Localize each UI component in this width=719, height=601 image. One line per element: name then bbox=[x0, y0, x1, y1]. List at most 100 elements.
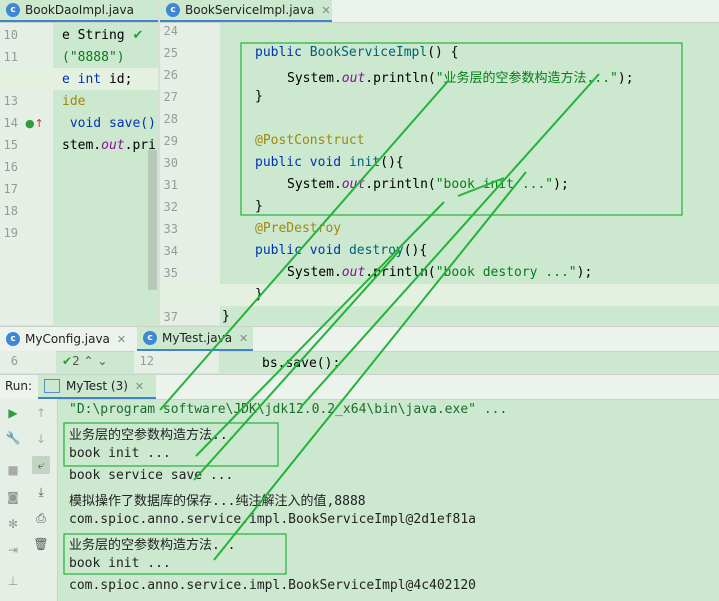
left-editor-tabbar: c BookDaoImpl.java bbox=[0, 0, 159, 23]
print-icon[interactable]: ⎙ bbox=[33, 510, 49, 526]
code-line: } bbox=[255, 287, 263, 302]
console-line: book service save ... bbox=[69, 468, 234, 483]
line-number: 10 bbox=[3, 28, 18, 42]
code-line: } bbox=[255, 89, 263, 104]
code-line: ("8888") bbox=[62, 50, 125, 65]
trash-icon[interactable]: 🗑 bbox=[33, 536, 49, 552]
code-line: e String ✔ bbox=[62, 28, 144, 43]
right-editor-current-line bbox=[160, 284, 719, 306]
code-line: e int id; bbox=[62, 72, 133, 87]
line-number: 19 bbox=[3, 226, 18, 240]
code-line: @PreDestroy bbox=[255, 221, 342, 236]
code-line: void save() bbox=[62, 116, 156, 131]
line-number: 29 bbox=[163, 134, 178, 148]
code-line: public BookServiceImpl() { bbox=[255, 45, 459, 60]
tab-mytest[interactable]: c MyTest.java ✕ bbox=[137, 327, 253, 351]
code-line: System.out.println("book destory ..."); bbox=[287, 265, 593, 280]
pin-icon[interactable]: ⊥ bbox=[5, 573, 21, 589]
soft-wrap-icon[interactable]: ⤶ bbox=[32, 456, 50, 474]
run-icon[interactable]: ▶ bbox=[5, 405, 21, 421]
console-line: book init ... bbox=[69, 556, 171, 571]
run-panel-header: Run: MyTest (3) ✕ bbox=[0, 374, 719, 400]
line-number: 25 bbox=[163, 46, 178, 60]
line-number: 17 bbox=[3, 182, 18, 196]
run-config-icon bbox=[44, 379, 60, 393]
bottom-editor-tabbar: c MyConfig.java ✕ c MyTest.java ✕ bbox=[0, 326, 719, 352]
line-number: 13 bbox=[3, 94, 18, 108]
line-number: 15 bbox=[3, 138, 18, 152]
tab-label: MyTest.java bbox=[162, 331, 233, 345]
close-icon[interactable]: ✕ bbox=[135, 380, 144, 393]
wrench-icon[interactable]: 🔧 bbox=[5, 430, 21, 446]
tab-label: MyConfig.java bbox=[25, 332, 110, 346]
scroll-end-icon[interactable]: ⤓ bbox=[33, 484, 49, 500]
console-line: 业务层的空参数构造方法... bbox=[69, 538, 236, 553]
close-icon[interactable]: ✕ bbox=[117, 333, 126, 346]
code-line: stem.out.pri bbox=[62, 138, 156, 153]
line-number: 37 bbox=[163, 310, 178, 324]
tab-bookdaoimpl[interactable]: c BookDaoImpl.java bbox=[0, 0, 159, 22]
class-c-icon: c bbox=[166, 3, 180, 17]
up-arrow-icon[interactable]: ⌃ bbox=[84, 354, 94, 368]
line-number: 6 bbox=[10, 354, 18, 368]
console-line: com.spioc.anno.service.impl.BookServiceI… bbox=[69, 512, 476, 527]
camera-icon[interactable]: ◙ bbox=[5, 489, 21, 505]
bottom-editor-gutter: 6 bbox=[0, 351, 56, 373]
line-number: 26 bbox=[163, 68, 178, 82]
run-tab-mytest[interactable]: MyTest (3) ✕ bbox=[38, 375, 156, 399]
class-c-icon: c bbox=[6, 332, 20, 346]
code-line: public void destroy(){ bbox=[255, 243, 428, 258]
inspection-count: 2 bbox=[72, 354, 80, 368]
inspection-widget[interactable]: ✔2 ⌃ ⌄ bbox=[62, 354, 107, 368]
run-toolbar: ▶ 🔧 ■ ◙ ✻ ⇥ ⊥ ↑ ↓ ⤶ ⤓ ⎙ 🗑 bbox=[0, 399, 58, 601]
code-line: } bbox=[255, 199, 263, 214]
line-number: 33 bbox=[163, 222, 178, 236]
right-editor-tabbar: c BookServiceImpl.java ✕ bbox=[160, 0, 719, 23]
left-editor-scrollbar[interactable] bbox=[148, 150, 157, 290]
down-arrow-icon[interactable]: ↓ bbox=[33, 431, 49, 447]
line-number: 31 bbox=[163, 178, 178, 192]
code-line: System.out.println("book init ..."); bbox=[287, 177, 569, 192]
code-line: } bbox=[222, 309, 230, 324]
code-line: @PostConstruct bbox=[255, 133, 365, 148]
up-arrow-icon[interactable]: ↑ bbox=[33, 405, 49, 421]
class-c-icon: c bbox=[6, 3, 20, 17]
down-arrow-icon[interactable]: ⌄ bbox=[97, 354, 107, 368]
tab-myconfig[interactable]: c MyConfig.java ✕ bbox=[0, 327, 136, 351]
line-number: 32 bbox=[163, 200, 178, 214]
stop-icon[interactable]: ■ bbox=[5, 462, 21, 478]
run-label: Run: bbox=[5, 379, 33, 393]
annotation-line bbox=[299, 73, 600, 409]
line-number: 18 bbox=[3, 204, 18, 218]
close-icon[interactable]: ✕ bbox=[239, 332, 248, 345]
close-icon[interactable]: ✕ bbox=[321, 4, 330, 17]
bottom-editor-gutter-right: 12 bbox=[134, 351, 219, 373]
code-line: System.out.println("业务层的空参数构造方法..."); bbox=[287, 71, 634, 86]
line-number: 24 bbox=[163, 24, 178, 38]
line-number: 30 bbox=[163, 156, 178, 170]
console-line: book init ... bbox=[69, 446, 171, 461]
tab-label: BookServiceImpl.java bbox=[185, 3, 315, 17]
class-c-icon: c bbox=[143, 331, 157, 345]
code-line: bs.save(); bbox=[262, 356, 341, 371]
line-number: 16 bbox=[3, 160, 18, 174]
console-line: com.spioc.anno.service.impl.BookServiceI… bbox=[69, 578, 476, 593]
login-icon[interactable]: ⇥ bbox=[5, 542, 21, 558]
run-tab-label: MyTest (3) bbox=[66, 379, 128, 393]
line-number: 28 bbox=[163, 112, 178, 126]
code-line: ide bbox=[62, 94, 86, 109]
line-number: 27 bbox=[163, 90, 178, 104]
right-editor-gutter: 24 25 26 27 28 29 30 31 32 33 34 35 36 3… bbox=[160, 23, 220, 325]
line-number: 35 bbox=[163, 266, 178, 280]
tab-bookserviceimpl[interactable]: c BookServiceImpl.java ✕ bbox=[160, 0, 332, 22]
tab-label: BookDaoImpl.java bbox=[25, 3, 134, 17]
code-line: public void init(){ bbox=[255, 155, 404, 170]
line-number: 14 bbox=[3, 116, 18, 130]
console-line: 业务层的空参数构造方法... bbox=[69, 428, 236, 443]
settings-icon[interactable]: ✻ bbox=[5, 516, 21, 532]
run-gutter-icon[interactable]: ●↑ bbox=[25, 117, 44, 130]
line-number: 11 bbox=[3, 50, 18, 64]
console-line: "D:\program software\JDK\jdk12.0.2_x64\b… bbox=[69, 402, 508, 417]
line-number: 34 bbox=[163, 244, 178, 258]
console-line: 模拟操作了数据库的保存...纯注解注入的值,8888 bbox=[69, 494, 366, 509]
